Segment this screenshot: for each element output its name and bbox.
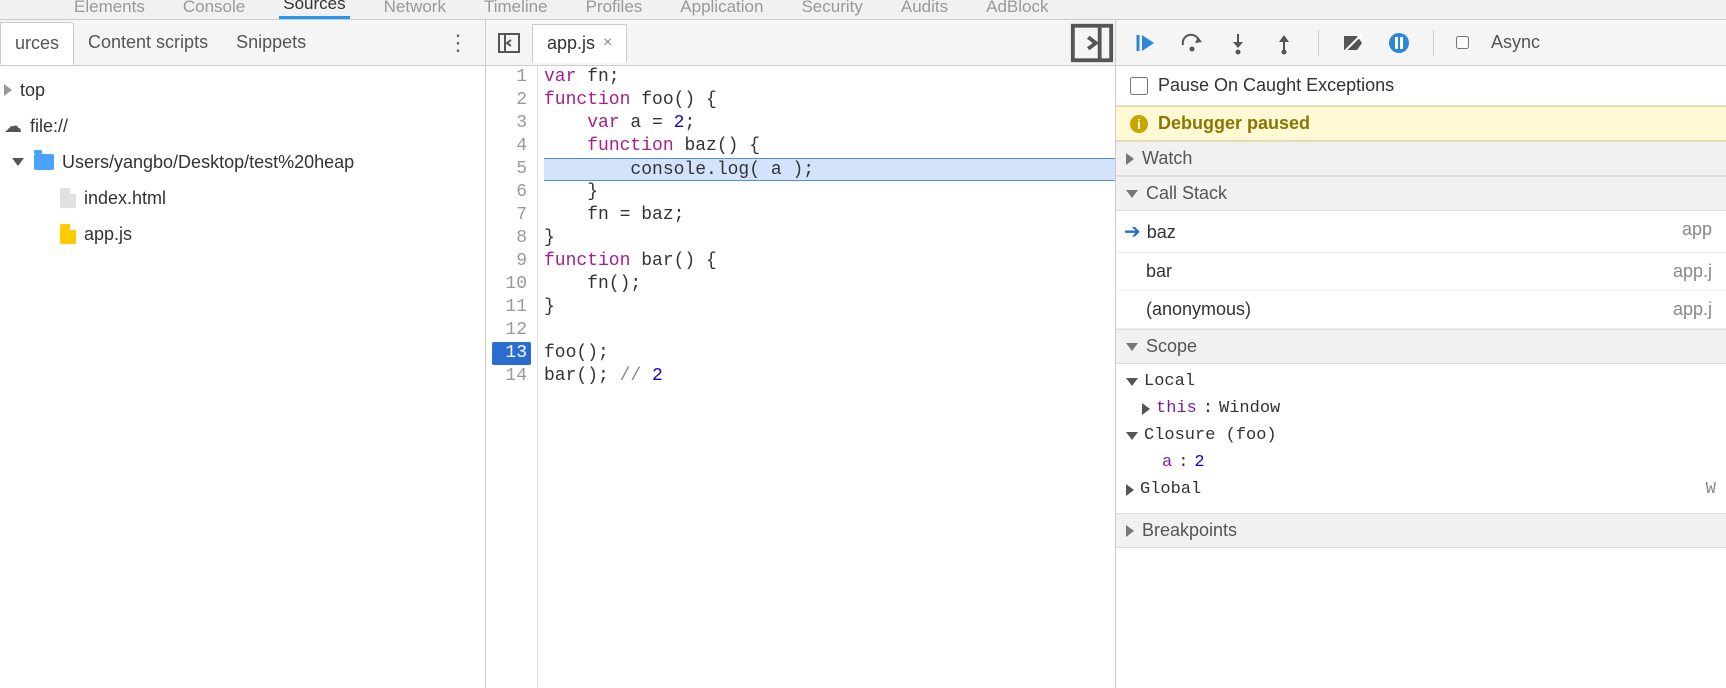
- paused-banner: i Debugger paused: [1116, 106, 1726, 141]
- chevron-right-icon: [1126, 525, 1134, 537]
- scope-label: Scope: [1146, 336, 1197, 357]
- pause-on-caught-label: Pause On Caught Exceptions: [1158, 75, 1394, 96]
- devtools-top-tabs: Elements Console Sources Network Timelin…: [0, 0, 1726, 20]
- tab-audits[interactable]: Audits: [897, 0, 952, 19]
- scope-closure-var[interactable]: a: 2: [1126, 449, 1716, 476]
- tab-security[interactable]: Security: [797, 0, 866, 19]
- tab-profiles[interactable]: Profiles: [582, 0, 647, 19]
- global-label: Global: [1140, 480, 1201, 499]
- step-over-icon[interactable]: [1180, 31, 1204, 55]
- file-scheme-label: file://: [30, 108, 68, 144]
- folder-path-label: Users/yangbo/Desktop/test%20heap: [62, 144, 354, 180]
- file-navigator: urces Content scripts Snippets ⋮ top ☁ f…: [0, 20, 486, 688]
- stack-frame[interactable]: (anonymous) app.j: [1116, 291, 1726, 329]
- frame-source: app.j: [1673, 261, 1712, 282]
- closure-key: a: [1162, 453, 1172, 472]
- blank-icon: [4, 84, 12, 96]
- code-editor[interactable]: 1234567891011121314 var fn;function foo(…: [486, 66, 1115, 688]
- chevron-down-icon: [1126, 432, 1138, 440]
- file-app-label: app.js: [84, 216, 132, 252]
- tree-file-app[interactable]: app.js: [4, 216, 481, 252]
- toggle-debugger-icon[interactable]: [1069, 20, 1115, 66]
- scope-global[interactable]: Global W: [1126, 476, 1716, 503]
- watch-label: Watch: [1142, 148, 1192, 169]
- tree-file-scheme[interactable]: ☁ file://: [4, 108, 481, 144]
- stack-frame[interactable]: bar app.j: [1116, 253, 1726, 291]
- js-file-icon: [60, 224, 76, 244]
- scope-local[interactable]: Local: [1126, 368, 1716, 395]
- file-tab-app[interactable]: app.js ×: [532, 24, 627, 63]
- cloud-icon: ☁: [4, 108, 22, 144]
- closure-value: 2: [1194, 453, 1204, 472]
- tree-top-label: top: [20, 72, 45, 108]
- this-key: this: [1156, 399, 1197, 418]
- chevron-down-icon: [1126, 190, 1138, 198]
- async-label: Async: [1491, 32, 1540, 53]
- this-value: Window: [1219, 399, 1280, 418]
- call-stack-section[interactable]: Call Stack: [1116, 176, 1726, 211]
- debugger-panel: Async Pause On Caught Exceptions i Debug…: [1116, 20, 1726, 688]
- info-icon: i: [1130, 115, 1148, 133]
- editor-panel: app.js × 1234567891011121314 var fn;func…: [486, 20, 1116, 688]
- local-label: Local: [1144, 372, 1195, 391]
- frame-name: baz: [1147, 222, 1176, 242]
- tree-folder[interactable]: Users/yangbo/Desktop/test%20heap: [4, 144, 481, 180]
- call-stack-label: Call Stack: [1146, 183, 1227, 204]
- paused-label: Debugger paused: [1158, 113, 1310, 134]
- file-index-label: index.html: [84, 180, 166, 216]
- close-tab-icon[interactable]: ×: [603, 34, 612, 52]
- chevron-right-icon: [1126, 484, 1134, 496]
- tab-elements[interactable]: Elements: [70, 0, 149, 19]
- scope-section[interactable]: Scope: [1116, 329, 1726, 364]
- async-checkbox[interactable]: [1456, 36, 1469, 49]
- closure-label: Closure (foo): [1144, 426, 1277, 445]
- frame-name: bar: [1146, 261, 1172, 282]
- pause-on-caught-checkbox[interactable]: [1130, 77, 1148, 95]
- current-frame-icon: ➔: [1124, 221, 1141, 243]
- folder-icon: [34, 154, 54, 170]
- chevron-right-icon: [1126, 153, 1134, 165]
- frame-source: app: [1682, 219, 1712, 244]
- frame-source: app.j: [1673, 299, 1712, 320]
- file-icon: [60, 188, 76, 208]
- content-scripts-subtab[interactable]: Content scripts: [74, 22, 222, 63]
- snippets-subtab[interactable]: Snippets: [222, 22, 320, 63]
- scope-closure[interactable]: Closure (foo): [1126, 422, 1716, 449]
- tree-file-index[interactable]: index.html: [4, 180, 481, 216]
- chevron-down-icon: [1126, 378, 1138, 386]
- file-tab-label: app.js: [547, 33, 595, 54]
- sources-subtab[interactable]: urces: [0, 22, 74, 65]
- chevron-down-icon: [12, 158, 24, 166]
- tab-timeline[interactable]: Timeline: [480, 0, 552, 19]
- breakpoints-section[interactable]: Breakpoints: [1116, 513, 1726, 548]
- more-menu-icon[interactable]: ⋮: [447, 30, 469, 56]
- step-out-icon[interactable]: [1272, 31, 1296, 55]
- frame-name: (anonymous): [1146, 299, 1251, 320]
- resume-icon[interactable]: [1134, 31, 1158, 55]
- global-value: W: [1706, 480, 1716, 499]
- watch-section[interactable]: Watch: [1116, 141, 1726, 176]
- stack-frame[interactable]: ➔ baz app: [1116, 211, 1726, 253]
- chevron-down-icon: [1126, 343, 1138, 351]
- pause-exceptions-icon[interactable]: [1387, 31, 1411, 55]
- deactivate-breakpoints-icon[interactable]: [1341, 31, 1365, 55]
- chevron-right-icon: [1142, 403, 1150, 415]
- toggle-navigator-icon[interactable]: [486, 31, 532, 55]
- tab-network[interactable]: Network: [380, 0, 450, 19]
- tab-sources[interactable]: Sources: [279, 0, 349, 19]
- breakpoints-label: Breakpoints: [1142, 520, 1237, 541]
- tab-console[interactable]: Console: [179, 0, 249, 19]
- tab-application[interactable]: Application: [676, 0, 767, 19]
- tab-adblock[interactable]: AdBlock: [982, 0, 1052, 19]
- step-into-icon[interactable]: [1226, 31, 1250, 55]
- scope-this[interactable]: this: Window: [1126, 395, 1716, 422]
- tree-top[interactable]: top: [4, 72, 481, 108]
